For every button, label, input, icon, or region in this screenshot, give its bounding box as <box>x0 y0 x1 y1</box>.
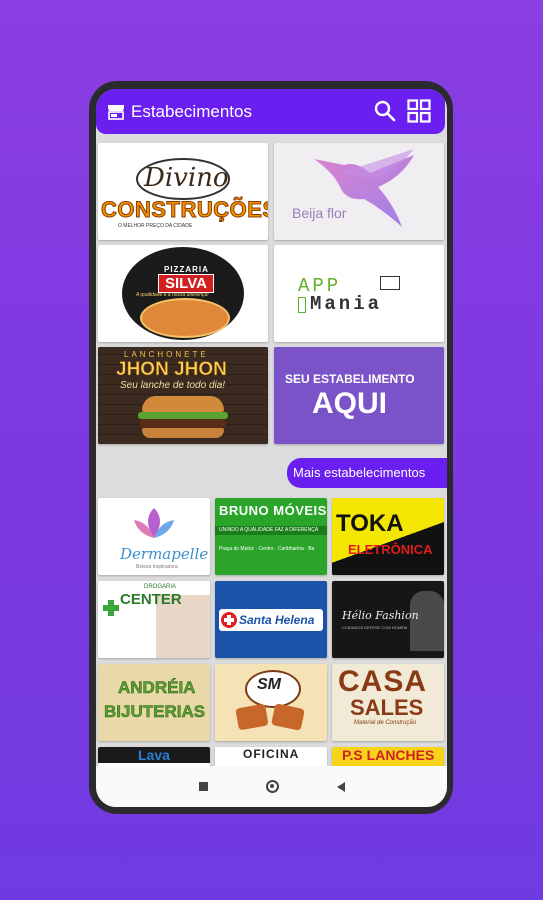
grid-icon[interactable] <box>407 99 431 123</box>
list-tile-dermapelle[interactable]: Dermapelle Beleza Inspiradora <box>98 498 210 575</box>
back-button[interactable] <box>336 781 345 792</box>
pastry-right <box>271 703 305 731</box>
casa-sales-bottom: SALES <box>350 695 424 720</box>
helio-name: Hélio Fashion <box>342 609 419 622</box>
divino-tagline: O MELHOR PREÇO DA CIDADE <box>118 223 193 229</box>
santa-helena-name: Santa Helena <box>239 613 315 627</box>
featured-tile-advertise[interactable]: SEU ESTABELIMENTO AQUI <box>274 347 444 444</box>
dermapelle-tagline: Beleza Inspiradora <box>136 564 178 570</box>
list-tile-toka[interactable]: TOKA ELETRÔNICA <box>332 498 444 575</box>
center-name: CENTER <box>120 591 182 608</box>
pizzaria-label: PIZZARIA <box>164 265 209 274</box>
lava-name: Lava <box>138 747 170 763</box>
toka-name: TOKA <box>336 510 404 537</box>
ps-lanches-name: P.S LANCHES <box>342 747 435 763</box>
search-icon[interactable] <box>373 99 397 123</box>
app-screen: Estabecimentos Divino CONSTRUÇÕES O MELH… <box>96 89 447 807</box>
home-button[interactable] <box>265 780 279 793</box>
jhon-tagline: Seu lanche de todo dia! <box>120 380 226 391</box>
pizzaria-name: SILVA <box>158 274 214 293</box>
pizza-image <box>140 298 230 338</box>
bruno-slogan: UNINDO A QUALIDADE FAZ A DIFERENÇA <box>219 527 319 533</box>
divino-subtitle: CONSTRUÇÕES <box>101 197 268 223</box>
app-mania-bottom: Mania <box>310 293 383 315</box>
list-tile-santa-helena[interactable]: DROGARIA Santa Helena <box>215 581 327 658</box>
featured-tile-beija-flor[interactable]: Beija flor <box>274 143 444 240</box>
santa-helena-label: DROGARIA <box>253 604 280 610</box>
divino-name: Divino <box>144 163 229 193</box>
list-tile-helio-fashion[interactable]: Hélio Fashion CUIDADOS DEFESE COM HOMEM <box>332 581 444 658</box>
beija-flor-name: Beija flor <box>292 205 347 221</box>
bruno-name: BRUNO MÓVEIS <box>219 503 327 518</box>
more-establishments-button[interactable]: Mais estabelecimentos <box>287 458 447 488</box>
andreia-subtitle: BIJUTERIAS <box>104 702 206 722</box>
burger-bun-bottom <box>142 428 224 438</box>
monitor-icon <box>380 276 400 290</box>
oficina-name: OFICINA <box>243 747 300 761</box>
page-title: Estabecimentos <box>131 101 252 121</box>
jhon-label: LANCHONETE <box>124 350 209 359</box>
list-tile-casa-sales[interactable]: CASA SALES Material de Construção <box>332 664 444 741</box>
featured-tile-pizzaria-silva[interactable]: PIZZARIA SILVA A qualidade é a nossa dif… <box>98 245 268 342</box>
system-nav-bar <box>96 766 447 807</box>
featured-tile-jhon-jhon[interactable]: LANCHONETE JHON JHON Seu lanche de todo … <box>98 347 268 444</box>
phone-icon <box>298 297 306 313</box>
app-bar: Estabecimentos <box>96 89 445 134</box>
jhon-name: JHON JHON <box>116 359 227 381</box>
featured-tile-divino[interactable]: Divino CONSTRUÇÕES O MELHOR PREÇO DA CID… <box>98 143 268 240</box>
list-tile-bruno-moveis[interactable]: BRUNO MÓVEIS UNINDO A QUALIDADE FAZ A DI… <box>215 498 327 575</box>
advertise-line1: SEU ESTABELIMENTO <box>285 372 415 386</box>
toka-subtitle: ELETRÔNICA <box>348 542 433 557</box>
list-tile-sm[interactable]: SM <box>215 664 327 741</box>
recents-button[interactable] <box>198 782 208 791</box>
bruno-address: Praça do Matriz · Centro · Caribhanha · … <box>219 546 315 552</box>
casa-sales-top: CASA <box>338 665 428 698</box>
list-tile-andreia[interactable]: ANDRÉIA BIJUTERIAS <box>98 664 210 741</box>
santa-helena-cross-icon <box>221 612 237 628</box>
hummingbird-icon <box>314 149 414 227</box>
store-icon <box>108 104 124 120</box>
burger-bun-top <box>142 396 224 412</box>
center-label: DROGARIA <box>144 584 177 590</box>
list-tile-drogaria-center[interactable]: DROGARIA CENTER <box>98 581 210 658</box>
sm-name: SM <box>257 676 281 693</box>
featured-tile-app-mania[interactable]: APP Mania <box>274 245 444 342</box>
helio-tagline: CUIDADOS DEFESE COM HOMEM <box>342 625 408 630</box>
dermapelle-name: Dermapelle <box>120 545 209 563</box>
pizzaria-tagline: A qualidade é a nossa diferença! <box>136 292 209 298</box>
advertise-line2: AQUI <box>312 387 387 420</box>
burger-patty <box>140 419 226 428</box>
casa-sales-tagline: Material de Construção <box>354 720 417 726</box>
burger-lettuce <box>138 412 228 419</box>
pharmacy-cross-icon <box>103 600 119 616</box>
andreia-name: ANDRÉIA <box>118 678 196 698</box>
pastry-left <box>235 703 269 731</box>
